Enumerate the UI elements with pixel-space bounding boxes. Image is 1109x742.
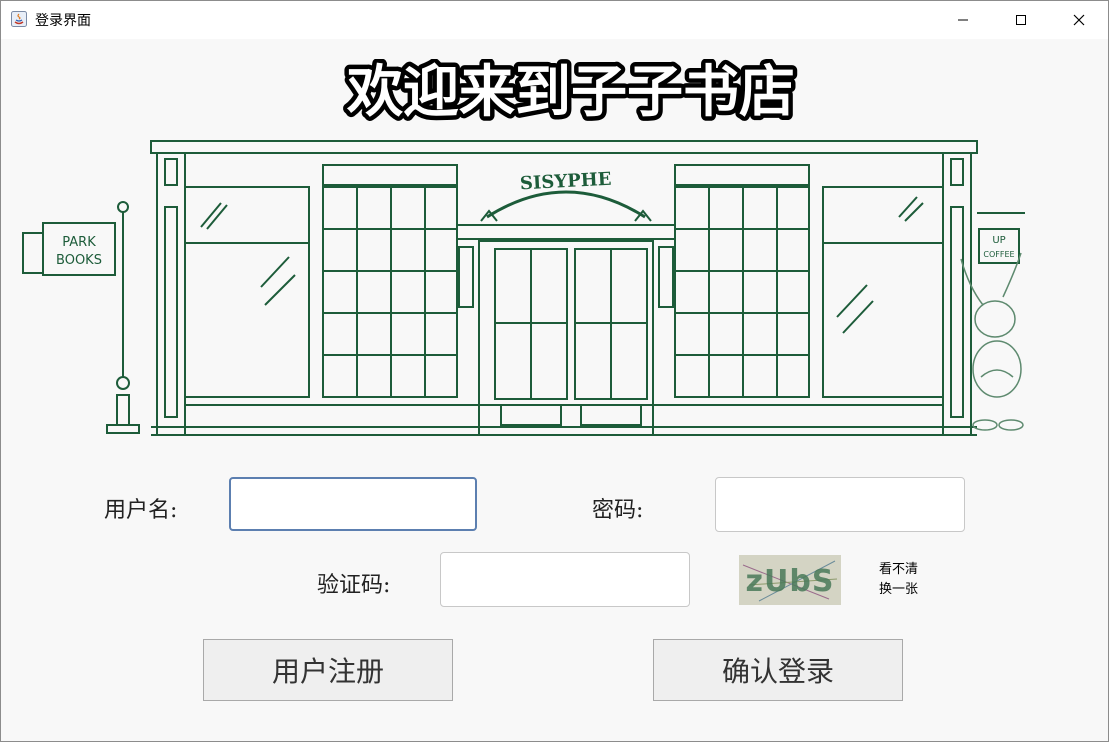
flag-text-books: BOOKS [56, 253, 102, 268]
content-pane: 欢迎来到子子书店 PARK BOOKS SISYPHE UP COFFEE 用户… [1, 39, 1108, 741]
maximize-button[interactable] [992, 1, 1050, 39]
refresh-line-2: 换一张 [879, 582, 919, 597]
username-label: 用户名: [104, 498, 178, 523]
login-window: 登录界面 欢迎来到子子书店 PARK BOOKS SISYPHE UP COFF… [0, 0, 1109, 742]
flag-pole: PARK BOOKS [22, 201, 140, 434]
java-app-icon [11, 11, 27, 27]
close-icon [1073, 14, 1085, 26]
cafe-sign-coffee: COFFEE [983, 250, 1014, 259]
register-button[interactable]: 用户注册 [203, 639, 453, 701]
username-input[interactable] [229, 477, 477, 531]
password-label: 密码: [592, 498, 644, 523]
bookstore-illustration: PARK BOOKS SISYPHE UP COFFEE [11, 137, 1031, 441]
cafe-sign-up: UP [992, 235, 1005, 246]
refresh-captcha-link[interactable]: 看不清 换一张 [879, 560, 918, 600]
password-input[interactable] [715, 477, 965, 532]
minimize-button[interactable] [934, 1, 992, 39]
captcha-image[interactable]: zUbS [739, 555, 841, 605]
captcha-input[interactable] [440, 552, 690, 607]
window-title: 登录界面 [35, 13, 91, 29]
close-button[interactable] [1050, 1, 1108, 39]
captcha-text: zUbS [746, 564, 835, 599]
maximize-icon [1016, 15, 1026, 25]
headline-text: 欢迎来到子子书店 [346, 60, 795, 125]
refresh-line-1: 看不清 [879, 562, 919, 577]
welcome-headline: 欢迎来到子子书店 [301, 56, 841, 130]
title-bar[interactable]: 登录界面 [1, 1, 1108, 39]
captcha-label: 验证码: [317, 573, 391, 598]
minimize-icon [958, 19, 968, 21]
login-button[interactable]: 确认登录 [653, 639, 903, 701]
flag-text-park: PARK [62, 235, 96, 250]
shop-sign-text: SISYPHE [519, 169, 612, 195]
